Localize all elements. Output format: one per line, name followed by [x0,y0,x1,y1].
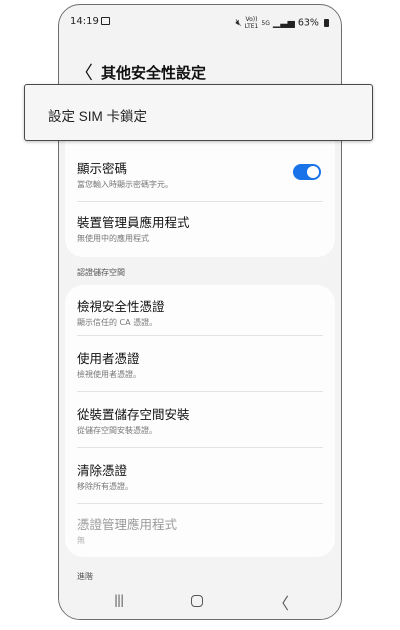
section-header-advanced: 進階 [77,572,93,581]
certificate-management-app-item: 憑證管理應用程式 無 [77,517,323,547]
device-admin-apps-item[interactable]: 裝置管理員應用程式 無使用中的應用程式 [77,215,323,245]
item-subtitle: 從儲存空間安裝憑證。 [77,426,157,435]
divider [77,335,323,336]
item-subtitle: 檢視使用者憑證。 [77,370,141,379]
device-admin-title: 裝置管理員應用程式 [77,215,190,230]
battery-icon [324,18,329,27]
page-title: 其他安全性設定 [101,64,207,82]
status-right: 🔇︎ Vo)) LTE1 5G ▁▃▅ 63% [236,16,329,30]
item-title: 使用者憑證 [77,351,140,366]
status-bar: 14:19 🔇︎ Vo)) LTE1 5G ▁▃▅ 63% [59,5,341,39]
gallery-notification-icon [101,17,110,25]
5g-label: 5G [261,19,270,27]
status-time: 14:19 [70,16,99,27]
show-password-title: 顯示密碼 [77,161,128,176]
show-password-item[interactable]: 顯示密碼 當您輸入時顯示密碼字元。 [77,161,275,191]
settings-card-credentials: 檢視安全性憑證 顯示信任的 CA 憑證。 使用者憑證 檢視使用者憑證。 從裝置儲… [65,285,335,557]
item-title: 憑證管理應用程式 [77,517,178,532]
divider [77,391,323,392]
signal-icon: ▁▃▅ [272,17,295,29]
home-button[interactable] [191,595,203,607]
item-subtitle: 無 [77,536,85,545]
item-title: 從裝置儲存空間安裝 [77,407,190,422]
divider [77,201,323,202]
nav-back-button[interactable]: 〈 [273,590,289,614]
install-from-storage-item[interactable]: 從裝置儲存空間安裝 從儲存空間安裝憑證。 [77,407,323,437]
mute-icon: 🔇︎ [235,17,242,29]
user-certificates-item[interactable]: 使用者憑證 檢視使用者憑證。 [77,351,323,381]
sim-lock-tooltip[interactable]: 設定 SIM 卡鎖定 [24,84,373,141]
item-title: 檢視安全性憑證 [77,299,165,314]
navigation-bar: ||| 〈 [59,585,341,619]
clear-credentials-item[interactable]: 清除憑證 移除所有憑證。 [77,463,323,493]
sim-lock-label: 設定 SIM 卡鎖定 [48,109,148,124]
battery-percent: 63% [297,17,319,29]
show-password-subtitle: 當您輸入時顯示密碼字元。 [77,180,173,189]
divider [77,503,323,504]
recents-button[interactable]: ||| [114,593,124,607]
back-arrow-icon[interactable]: 〈 [75,59,93,85]
divider [77,447,323,448]
item-title: 清除憑證 [77,463,128,478]
view-security-certificates-item[interactable]: 檢視安全性憑證 顯示信任的 CA 憑證。 [77,299,323,329]
volte-label: Vo)) LTE1 [244,16,259,30]
device-admin-subtitle: 無使用中的應用程式 [77,234,149,243]
item-subtitle: 移除所有憑證。 [77,482,133,491]
item-subtitle: 顯示信任的 CA 憑證。 [77,318,158,327]
show-password-toggle[interactable] [293,164,321,180]
section-header-credential-storage: 認證儲存空間 [77,268,125,277]
toggle-knob [307,166,319,178]
